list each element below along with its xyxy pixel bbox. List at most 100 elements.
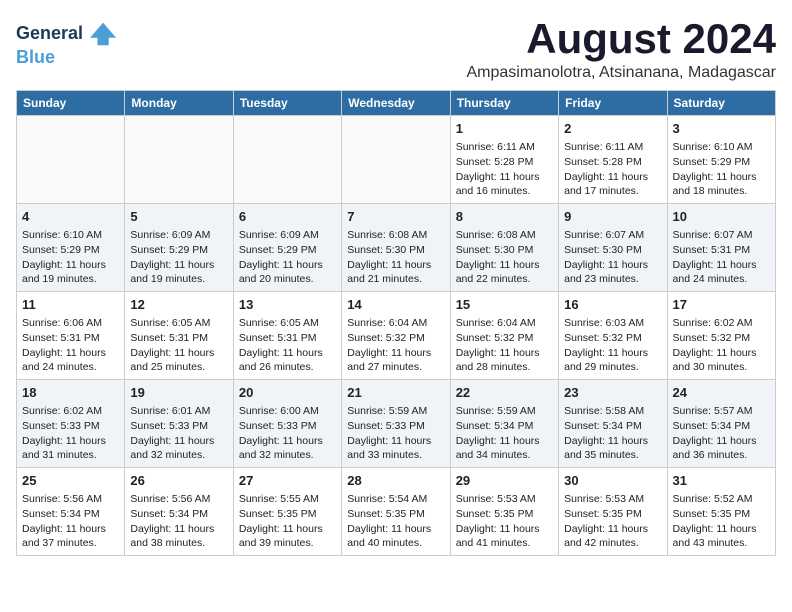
- day-info: Sunrise: 5:53 AMSunset: 5:35 PMDaylight:…: [564, 492, 661, 551]
- calendar-cell: 19 Sunrise: 6:01 AMSunset: 5:33 PMDayligh…: [125, 380, 233, 468]
- title-block: August 2024 Ampasimanolotra, Atsinanana,…: [466, 16, 776, 82]
- day-info: Sunrise: 5:54 AMSunset: 5:35 PMDaylight:…: [347, 492, 444, 551]
- day-number: 25: [22, 472, 119, 490]
- day-info: Sunrise: 5:56 AMSunset: 5:34 PMDaylight:…: [130, 492, 227, 551]
- day-number: 31: [673, 472, 770, 490]
- day-info: Sunrise: 5:59 AMSunset: 5:34 PMDaylight:…: [456, 404, 553, 463]
- day-number: 3: [673, 120, 770, 138]
- weekday-tuesday: Tuesday: [233, 91, 341, 116]
- calendar-cell: [233, 116, 341, 204]
- day-number: 9: [564, 208, 661, 226]
- weekday-friday: Friday: [559, 91, 667, 116]
- day-info: Sunrise: 6:00 AMSunset: 5:33 PMDaylight:…: [239, 404, 336, 463]
- day-info: Sunrise: 6:06 AMSunset: 5:31 PMDaylight:…: [22, 316, 119, 375]
- day-number: 18: [22, 384, 119, 402]
- day-info: Sunrise: 6:01 AMSunset: 5:33 PMDaylight:…: [130, 404, 227, 463]
- calendar-cell: 18 Sunrise: 6:02 AMSunset: 5:33 PMDayligh…: [17, 380, 125, 468]
- day-info: Sunrise: 6:04 AMSunset: 5:32 PMDaylight:…: [456, 316, 553, 375]
- calendar-cell: 28 Sunrise: 5:54 AMSunset: 5:35 PMDayligh…: [342, 467, 450, 555]
- day-info: Sunrise: 5:52 AMSunset: 5:35 PMDaylight:…: [673, 492, 770, 551]
- day-info: Sunrise: 6:05 AMSunset: 5:31 PMDaylight:…: [239, 316, 336, 375]
- day-number: 5: [130, 208, 227, 226]
- calendar-cell: 1 Sunrise: 6:11 AMSunset: 5:28 PMDaylight…: [450, 116, 558, 204]
- day-info: Sunrise: 6:11 AMSunset: 5:28 PMDaylight:…: [564, 140, 661, 199]
- day-number: 17: [673, 296, 770, 314]
- day-number: 2: [564, 120, 661, 138]
- week-row-2: 4 Sunrise: 6:10 AMSunset: 5:29 PMDaylight…: [17, 204, 776, 292]
- day-info: Sunrise: 6:02 AMSunset: 5:32 PMDaylight:…: [673, 316, 770, 375]
- week-row-5: 25 Sunrise: 5:56 AMSunset: 5:34 PMDayligh…: [17, 467, 776, 555]
- week-row-4: 18 Sunrise: 6:02 AMSunset: 5:33 PMDayligh…: [17, 380, 776, 468]
- calendar-cell: 27 Sunrise: 5:55 AMSunset: 5:35 PMDayligh…: [233, 467, 341, 555]
- calendar-cell: 11 Sunrise: 6:06 AMSunset: 5:31 PMDayligh…: [17, 292, 125, 380]
- calendar-cell: 4 Sunrise: 6:10 AMSunset: 5:29 PMDaylight…: [17, 204, 125, 292]
- day-number: 20: [239, 384, 336, 402]
- day-info: Sunrise: 5:56 AMSunset: 5:34 PMDaylight:…: [22, 492, 119, 551]
- day-info: Sunrise: 6:07 AMSunset: 5:31 PMDaylight:…: [673, 228, 770, 287]
- calendar-body: 1 Sunrise: 6:11 AMSunset: 5:28 PMDaylight…: [17, 116, 776, 556]
- day-number: 29: [456, 472, 553, 490]
- day-info: Sunrise: 6:09 AMSunset: 5:29 PMDaylight:…: [239, 228, 336, 287]
- logo-icon: [90, 20, 118, 48]
- day-number: 14: [347, 296, 444, 314]
- calendar-cell: 29 Sunrise: 5:53 AMSunset: 5:35 PMDayligh…: [450, 467, 558, 555]
- day-number: 7: [347, 208, 444, 226]
- calendar-table: SundayMondayTuesdayWednesdayThursdayFrid…: [16, 90, 776, 556]
- day-number: 23: [564, 384, 661, 402]
- day-number: 11: [22, 296, 119, 314]
- day-info: Sunrise: 6:10 AMSunset: 5:29 PMDaylight:…: [673, 140, 770, 199]
- day-number: 27: [239, 472, 336, 490]
- day-number: 30: [564, 472, 661, 490]
- day-number: 22: [456, 384, 553, 402]
- day-number: 1: [456, 120, 553, 138]
- weekday-header-row: SundayMondayTuesdayWednesdayThursdayFrid…: [17, 91, 776, 116]
- day-info: Sunrise: 5:55 AMSunset: 5:35 PMDaylight:…: [239, 492, 336, 551]
- day-number: 4: [22, 208, 119, 226]
- day-number: 12: [130, 296, 227, 314]
- day-info: Sunrise: 5:58 AMSunset: 5:34 PMDaylight:…: [564, 404, 661, 463]
- calendar-cell: 7Sunrise: 6:08 AMSunset: 5:30 PMDaylight…: [342, 204, 450, 292]
- weekday-monday: Monday: [125, 91, 233, 116]
- day-info: Sunrise: 6:05 AMSunset: 5:31 PMDaylight:…: [130, 316, 227, 375]
- calendar-cell: 13 Sunrise: 6:05 AMSunset: 5:31 PMDayligh…: [233, 292, 341, 380]
- calendar-cell: 8 Sunrise: 6:08 AMSunset: 5:30 PMDaylight…: [450, 204, 558, 292]
- day-info: Sunrise: 6:09 AMSunset: 5:29 PMDaylight:…: [130, 228, 227, 287]
- day-info: Sunrise: 6:10 AMSunset: 5:29 PMDaylight:…: [22, 228, 119, 287]
- calendar-cell: 16Sunrise: 6:03 AMSunset: 5:32 PMDayligh…: [559, 292, 667, 380]
- calendar-cell: 21 Sunrise: 5:59 AMSunset: 5:33 PMDayligh…: [342, 380, 450, 468]
- day-number: 21: [347, 384, 444, 402]
- month-title: August 2024: [466, 16, 776, 62]
- day-info: Sunrise: 5:59 AMSunset: 5:33 PMDaylight:…: [347, 404, 444, 463]
- weekday-wednesday: Wednesday: [342, 91, 450, 116]
- location-title: Ampasimanolotra, Atsinanana, Madagascar: [466, 64, 776, 82]
- day-info: Sunrise: 6:02 AMSunset: 5:33 PMDaylight:…: [22, 404, 119, 463]
- calendar-cell: 24Sunrise: 5:57 AMSunset: 5:34 PMDayligh…: [667, 380, 775, 468]
- calendar-cell: 26Sunrise: 5:56 AMSunset: 5:34 PMDayligh…: [125, 467, 233, 555]
- calendar-cell: [125, 116, 233, 204]
- calendar-cell: 20 Sunrise: 6:00 AMSunset: 5:33 PMDayligh…: [233, 380, 341, 468]
- day-info: Sunrise: 6:11 AMSunset: 5:28 PMDaylight:…: [456, 140, 553, 199]
- calendar-cell: 10 Sunrise: 6:07 AMSunset: 5:31 PMDayligh…: [667, 204, 775, 292]
- weekday-thursday: Thursday: [450, 91, 558, 116]
- calendar-cell: 22 Sunrise: 5:59 AMSunset: 5:34 PMDayligh…: [450, 380, 558, 468]
- calendar-cell: 3 Sunrise: 6:10 AMSunset: 5:29 PMDaylight…: [667, 116, 775, 204]
- calendar-cell: 6Sunrise: 6:09 AMSunset: 5:29 PMDaylight…: [233, 204, 341, 292]
- day-info: Sunrise: 5:53 AMSunset: 5:35 PMDaylight:…: [456, 492, 553, 551]
- page-header: General Blue August 2024 Ampasimanolotra…: [16, 16, 776, 82]
- calendar-cell: 9Sunrise: 6:07 AMSunset: 5:30 PMDaylight…: [559, 204, 667, 292]
- day-number: 24: [673, 384, 770, 402]
- day-info: Sunrise: 6:08 AMSunset: 5:30 PMDaylight:…: [456, 228, 553, 287]
- calendar-cell: [17, 116, 125, 204]
- calendar-cell: 31 Sunrise: 5:52 AMSunset: 5:35 PMDayligh…: [667, 467, 775, 555]
- day-number: 10: [673, 208, 770, 226]
- weekday-saturday: Saturday: [667, 91, 775, 116]
- logo: General Blue: [16, 20, 118, 68]
- week-row-1: 1 Sunrise: 6:11 AMSunset: 5:28 PMDaylight…: [17, 116, 776, 204]
- week-row-3: 11 Sunrise: 6:06 AMSunset: 5:31 PMDayligh…: [17, 292, 776, 380]
- day-number: 13: [239, 296, 336, 314]
- day-number: 8: [456, 208, 553, 226]
- day-number: 28: [347, 472, 444, 490]
- weekday-sunday: Sunday: [17, 91, 125, 116]
- calendar-cell: 15Sunrise: 6:04 AMSunset: 5:32 PMDayligh…: [450, 292, 558, 380]
- day-number: 19: [130, 384, 227, 402]
